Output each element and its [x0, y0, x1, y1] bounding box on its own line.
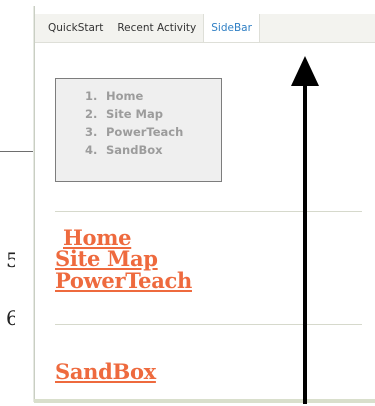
arrow-head	[291, 56, 319, 86]
up-arrow-icon	[291, 56, 319, 404]
